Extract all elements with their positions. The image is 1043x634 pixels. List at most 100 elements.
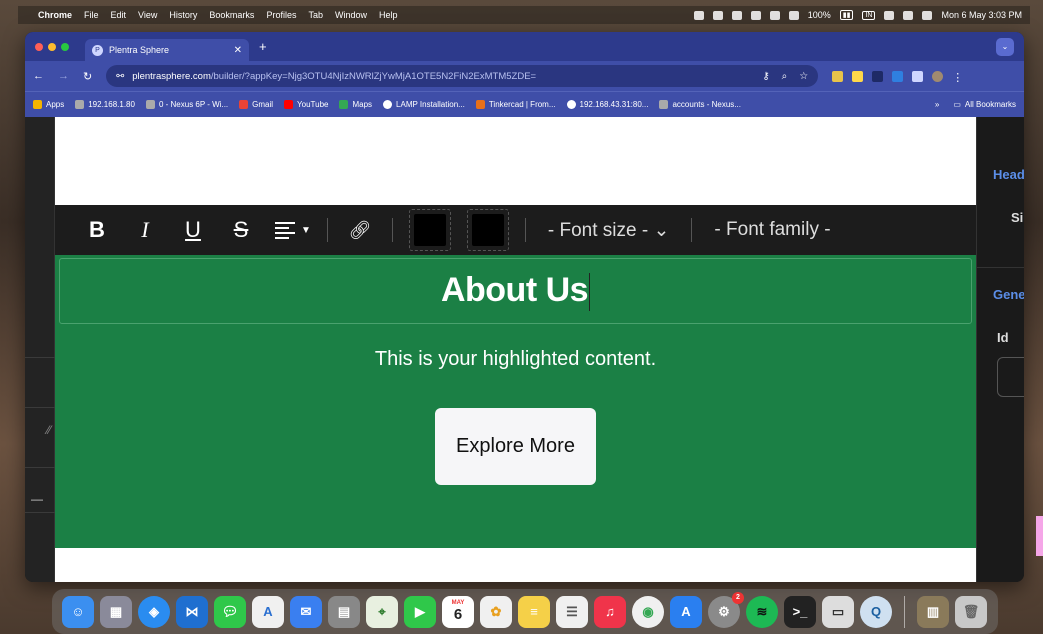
bluetooth-icon[interactable] — [788, 10, 799, 20]
extensions-puzzle-icon[interactable] — [912, 70, 924, 82]
calendar-icon[interactable]: MAY 6 — [442, 595, 474, 628]
menu-bookmarks[interactable]: Bookmarks — [209, 10, 254, 20]
vscode-icon[interactable]: ⋈ — [176, 595, 208, 628]
more-bookmarks-chevron-icon[interactable]: » — [935, 100, 939, 109]
menu-file[interactable]: File — [84, 10, 99, 20]
downloads-stack-icon[interactable]: ▥ — [917, 595, 949, 628]
password-key-icon[interactable]: ⚷ — [762, 71, 769, 82]
control-center-icon[interactable] — [922, 10, 933, 20]
resize-handle-icon[interactable]: ⁄⁄ — [47, 423, 51, 437]
bookmark-maps[interactable]: Maps — [339, 100, 372, 109]
font-size-select[interactable]: - Font size - ⌄ — [534, 219, 684, 242]
bookmark-star-icon[interactable]: ☆ — [799, 71, 808, 82]
record-icon[interactable] — [693, 10, 704, 20]
extension-dark-icon[interactable] — [872, 70, 884, 82]
trash-icon[interactable]: 🗑︎ — [955, 595, 987, 628]
launchpad-icon[interactable]: ▦ — [100, 595, 132, 628]
bookmark-192-168-43-31[interactable]: 192.168.43.31:80... — [566, 100, 648, 109]
section-heading[interactable]: About Us — [441, 271, 589, 309]
photos-icon[interactable]: ✿ — [480, 595, 512, 628]
app-store-alt-icon[interactable]: A — [252, 595, 284, 628]
calculator-icon[interactable]: ▤ — [328, 595, 360, 628]
spotify-icon[interactable]: ≋ — [746, 595, 778, 628]
play-icon[interactable] — [750, 10, 761, 20]
site-info-icon[interactable]: ⚯ — [116, 71, 124, 82]
extension-m-icon[interactable] — [832, 70, 844, 82]
text-color-picker[interactable] — [408, 209, 451, 251]
extension-download-icon[interactable] — [892, 70, 904, 82]
heading-editable[interactable]: About Us — [59, 258, 972, 324]
collapse-dash-icon[interactable]: — — [31, 492, 43, 506]
menu-profiles[interactable]: Profiles — [266, 10, 296, 20]
spotlight-icon[interactable] — [903, 10, 914, 20]
menu-window[interactable]: Window — [335, 10, 367, 20]
zoom-magnifier-icon[interactable]: ⌕ — [782, 71, 788, 82]
menu-edit[interactable]: Edit — [111, 10, 127, 20]
link-icon[interactable]: 🔗︎ — [336, 220, 384, 241]
general-section-label[interactable]: Gene — [993, 287, 1024, 302]
bookmark-apps[interactable]: Apps — [33, 100, 64, 109]
bookmark-gmail[interactable]: Gmail — [239, 100, 273, 109]
volume-icon[interactable] — [769, 10, 780, 20]
id-field[interactable] — [997, 357, 1024, 397]
strikethrough-button[interactable]: S — [217, 217, 265, 243]
menu-history[interactable]: History — [169, 10, 197, 20]
italic-button[interactable]: I — [121, 217, 169, 243]
bookmark-192-168-1-80[interactable]: 192.168.1.80 — [75, 100, 135, 109]
facetime-icon[interactable]: ▶ — [404, 595, 436, 628]
close-window-button[interactable] — [35, 42, 43, 51]
reminders-icon[interactable]: ☰ — [556, 595, 588, 628]
safari-icon[interactable]: ◈ — [138, 595, 170, 628]
wifi-icon[interactable] — [884, 10, 895, 20]
screen-sharing-icon[interactable]: ▭ — [822, 595, 854, 628]
menu-tab[interactable]: Tab — [308, 10, 323, 20]
quicktime-icon[interactable]: Q — [860, 595, 892, 628]
explore-more-button[interactable]: Explore More — [435, 408, 596, 485]
zoom-window-button[interactable] — [61, 42, 69, 51]
new-tab-button[interactable]: + — [259, 39, 267, 54]
background-color-picker[interactable] — [466, 209, 509, 251]
menubar-datetime[interactable]: Mon 6 May 3:03 PM — [941, 10, 1022, 20]
music-icon[interactable]: ♫ — [594, 595, 626, 628]
upload-icon[interactable] — [731, 10, 742, 20]
app-menu-chrome[interactable]: Chrome — [38, 10, 72, 20]
minimize-window-button[interactable] — [48, 42, 56, 51]
close-tab-icon[interactable]: ✕ — [234, 45, 242, 56]
app-store-icon[interactable]: A — [670, 595, 702, 628]
mail-icon[interactable]: ✉ — [290, 595, 322, 628]
editor-canvas[interactable]: About Us This is your highlighted conten… — [55, 117, 976, 582]
maps-app-icon[interactable]: ⌖ — [366, 595, 398, 628]
highlight-section[interactable]: About Us This is your highlighted conten… — [55, 250, 976, 548]
terminal-icon[interactable]: >_ — [784, 595, 816, 628]
menu-help[interactable]: Help — [379, 10, 398, 20]
notes-icon[interactable]: ≡ — [518, 595, 550, 628]
font-family-select[interactable]: - Font family - — [700, 219, 844, 241]
input-source-indicator[interactable]: IN — [862, 10, 876, 20]
url-omnibox[interactable]: ⚯ plentrasphere.com/builder/?appKey=Njg3… — [106, 65, 819, 87]
back-arrow-icon[interactable]: ← — [33, 70, 44, 82]
underline-button[interactable]: U — [169, 217, 217, 243]
system-settings-icon[interactable]: ⚙ 2 — [708, 591, 744, 628]
bookmark-youtube[interactable]: YouTube — [284, 100, 328, 109]
finder-icon[interactable]: ☺ — [62, 595, 94, 628]
battery-icon[interactable]: ▮▮ — [839, 10, 854, 20]
browser-menu-icon[interactable]: ⋮ — [952, 71, 963, 84]
bookmark-nexus-6p[interactable]: 0 - Nexus 6P - Wi... — [145, 100, 228, 109]
messages-icon[interactable]: 💬︎ — [214, 595, 246, 628]
tab-search-chevron-icon[interactable]: ⌄ — [996, 37, 1014, 56]
forward-arrow-icon[interactable]: → — [58, 70, 69, 82]
profile-avatar[interactable] — [932, 70, 944, 82]
heading-section-label[interactable]: Head — [993, 167, 1024, 182]
all-bookmarks-button[interactable]: ▭ All Bookmarks — [953, 100, 1016, 109]
display-icon[interactable] — [712, 10, 723, 20]
align-dropdown-caret-icon[interactable]: ▼ — [301, 225, 311, 236]
align-left-icon[interactable] — [275, 221, 295, 239]
extension-bee-icon[interactable] — [852, 70, 864, 82]
reload-icon[interactable]: ↻ — [83, 70, 92, 83]
bookmark-tinkercad[interactable]: Tinkercad | From... — [475, 100, 556, 109]
menu-view[interactable]: View — [138, 10, 157, 20]
bookmark-lamp[interactable]: LAMP Installation... — [383, 100, 465, 109]
chrome-icon[interactable]: ◉ — [632, 595, 664, 628]
tab-plentra-sphere[interactable]: P Plentra Sphere ✕ — [85, 39, 249, 61]
bookmark-accounts-nexus[interactable]: accounts - Nexus... — [659, 100, 741, 109]
